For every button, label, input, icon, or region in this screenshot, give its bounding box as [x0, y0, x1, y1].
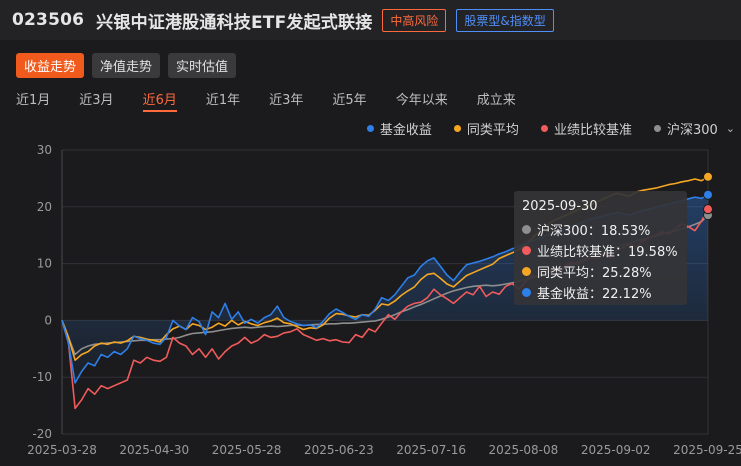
- tooltip-row-csi300: 沪深300：18.53%: [522, 219, 679, 240]
- y-tick-label: 20: [37, 200, 52, 214]
- tooltip-label: 业绩比较基准：19.58%: [537, 245, 678, 260]
- y-tick-label: 10: [37, 257, 52, 271]
- legend-dot-icon: [653, 125, 661, 132]
- series-end-point-1: [703, 204, 713, 215]
- y-tick-label: 30: [37, 143, 52, 157]
- type-badge[interactable]: 股票型&指数型: [456, 8, 554, 32]
- tooltip-label: 沪深300：18.53%: [537, 224, 651, 239]
- y-tick-label: 0: [44, 313, 52, 327]
- risk-badge: 中高风险: [382, 8, 447, 32]
- x-tick-label: 2025-04-30: [119, 443, 189, 457]
- legend-label: 同类平均: [466, 123, 519, 138]
- tooltip-dot-icon: [522, 246, 531, 255]
- x-tick-label: 2025-03-28: [27, 443, 97, 457]
- x-tick-label: 2025-06-23: [304, 443, 374, 457]
- tooltip-row-peer-average: 同类平均：25.28%: [522, 261, 679, 282]
- period-tabs: 近1月 近3月 近6月 近1年 近3年 近5年 今年以来 成立来: [16, 89, 545, 112]
- legend-csi300[interactable]: 沪深300 ⌄: [653, 119, 735, 138]
- legend-label: 沪深300: [666, 123, 718, 138]
- period-tab-1m[interactable]: 近1月: [16, 89, 50, 112]
- period-tab-since-inception[interactable]: 成立来: [477, 89, 516, 112]
- tooltip-dot-icon: [522, 288, 531, 297]
- x-tick-label: 2025-09-25: [673, 443, 741, 457]
- tooltip-dot-icon: [522, 225, 531, 234]
- period-tab-3m[interactable]: 近3月: [79, 89, 113, 112]
- tooltip-row-benchmark: 业绩比较基准：19.58%: [522, 240, 679, 261]
- period-tab-3y[interactable]: 近3年: [269, 89, 303, 112]
- legend-benchmark[interactable]: 业绩比较基准: [540, 119, 632, 138]
- x-tick-label: 2025-09-02: [581, 443, 651, 457]
- series-end-point-3: [703, 189, 713, 200]
- period-tab-6m[interactable]: 近6月: [142, 89, 178, 112]
- tab-realtime-estimate[interactable]: 实时估值: [168, 53, 237, 78]
- y-tick-label: -10: [32, 370, 52, 384]
- legend-dot-icon: [453, 125, 461, 132]
- x-tick-label: 2025-07-16: [396, 443, 466, 457]
- x-tick-label: 2025-05-28: [212, 443, 282, 457]
- series-end-point-2: [703, 171, 713, 182]
- y-tick-label: -20: [32, 427, 52, 441]
- tab-return-trend[interactable]: 收益走势: [16, 53, 85, 78]
- view-tabs: 收益走势 净值走势 实时估值: [16, 53, 237, 78]
- legend-peer-average[interactable]: 同类平均: [453, 119, 519, 138]
- chevron-down-icon[interactable]: ⌄: [726, 122, 735, 135]
- fund-name: 兴银中证港股通科技ETF发起式联接: [96, 12, 373, 33]
- tooltip-dot-icon: [522, 267, 531, 276]
- chart-tooltip: 2025-09-30 沪深300：18.53% 业绩比较基准：19.58% 同类…: [514, 191, 687, 305]
- legend-dot-icon: [540, 125, 548, 132]
- tooltip-label: 同类平均：25.28%: [537, 266, 652, 281]
- tooltip-row-fund-return: 基金收益：22.12%: [522, 282, 679, 303]
- legend-fund-return[interactable]: 基金收益: [366, 119, 432, 138]
- period-tab-5y[interactable]: 近5年: [332, 89, 366, 112]
- legend-label: 基金收益: [379, 123, 432, 138]
- chart-legend: 基金收益 同类平均 业绩比较基准 沪深300 ⌄: [366, 119, 735, 138]
- x-tick-label: 2025-08-08: [489, 443, 559, 457]
- legend-label: 业绩比较基准: [553, 123, 632, 138]
- fund-header: 023506 兴银中证港股通科技ETF发起式联接 中高风险 股票型&指数型: [0, 0, 741, 40]
- period-tab-ytd[interactable]: 今年以来: [396, 89, 448, 112]
- legend-dot-icon: [366, 125, 374, 132]
- tooltip-label: 基金收益：22.12%: [537, 287, 652, 302]
- fund-code: 023506: [12, 10, 85, 30]
- period-tab-1y[interactable]: 近1年: [206, 89, 240, 112]
- tab-nav-trend[interactable]: 净值走势: [92, 53, 161, 78]
- tooltip-date: 2025-09-30: [522, 199, 598, 214]
